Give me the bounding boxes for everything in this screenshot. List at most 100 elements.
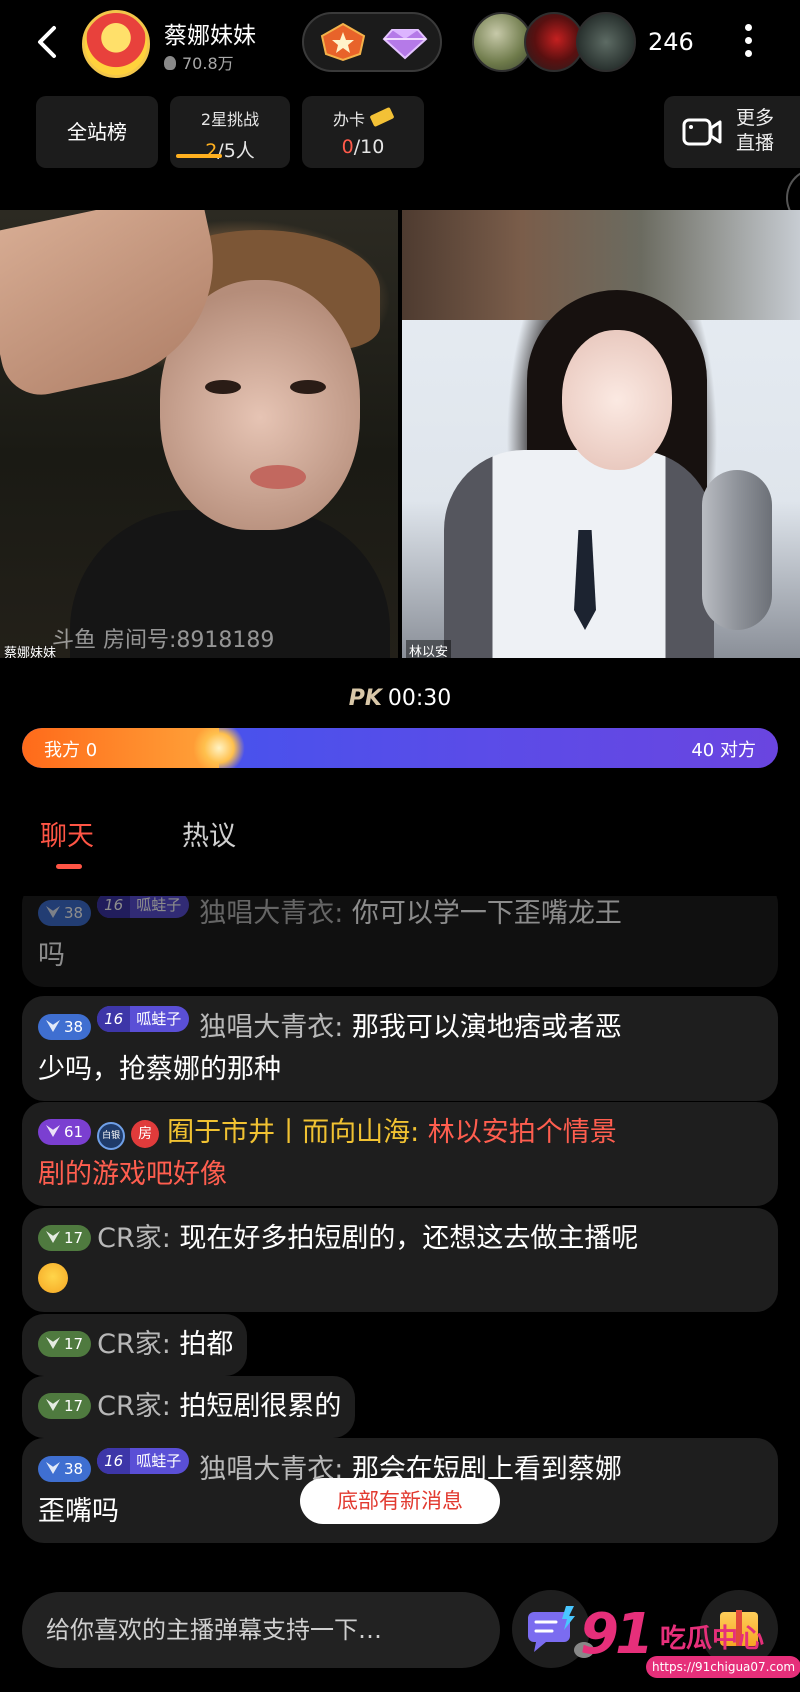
chat-text: 歪嘴吗 <box>38 1496 119 1527</box>
chat-nickname[interactable]: 囿于市井丨而向山海: <box>167 1117 419 1148</box>
user-level-badge: 38 <box>38 1456 92 1482</box>
user-level-badge: 38 <box>38 1014 92 1040</box>
video-figure <box>205 380 241 394</box>
more-live-line1: 更多 <box>736 107 775 129</box>
viewer-count[interactable]: 246 <box>648 28 694 56</box>
chat-message[interactable]: 61 白银房囿于市井丨而向山海: 林以安拍个情景 剧的游戏吧好像 <box>22 1102 778 1206</box>
flame-icon <box>164 56 176 70</box>
video-camera-icon <box>682 118 722 146</box>
pk-our-score: 我方 0 <box>44 740 98 761</box>
card-title-row: 办卡 <box>302 106 424 130</box>
chat-message[interactable]: 17 CR家: 拍都 <box>22 1314 248 1376</box>
chevron-left-icon[interactable] <box>30 22 66 62</box>
chat-text: 林以安拍个情景 <box>427 1117 617 1148</box>
chat-text: 吗 <box>38 940 65 971</box>
pk-divider-spark <box>193 728 245 768</box>
new-messages-button[interactable]: 底部有新消息 <box>300 1478 500 1524</box>
watermark-name: 吃瓜中心 <box>660 1624 765 1654</box>
challenge-progress: 2/5人 <box>170 136 290 163</box>
challenge-total: /5人 <box>217 140 255 162</box>
live-header: 蔡娜妹妹 70.8万 246 <box>0 0 800 90</box>
user-level-badge: 17 <box>38 1393 92 1419</box>
watermark-url: https://91chigua07.com <box>646 1656 800 1678</box>
chat-text: 拍短剧很累的 <box>179 1391 342 1422</box>
fan-club-badge: 16 呱蛙子 <box>97 896 190 918</box>
tab-chat[interactable]: 聊天 <box>40 814 94 853</box>
challenge-title: 2星挑战 <box>200 110 260 129</box>
chat-text: 少吗，抢蔡娜的那种 <box>38 1054 281 1085</box>
challenge-done: 2 <box>205 140 218 162</box>
more-live-line2: 直播 <box>736 132 775 154</box>
viewer-avatar[interactable] <box>576 12 636 72</box>
chat-nickname[interactable]: 独唱大青衣: <box>199 1012 343 1043</box>
fan-name: 呱蛙子 <box>136 896 182 914</box>
chat-message[interactable]: 17 CR家: 现在好多拍短剧的，还想这去做主播呢 <box>22 1208 778 1312</box>
level-star-badge-icon <box>320 22 366 62</box>
diamond-badge-icon <box>382 29 428 60</box>
fan-level: 16 <box>97 896 131 918</box>
host-avatar[interactable] <box>82 10 150 78</box>
chat-message[interactable]: 17 CR家: 拍短剧很累的 <box>22 1376 356 1438</box>
rofl-emoji-icon <box>38 1263 68 1293</box>
host-name[interactable]: 蔡娜妹妹 <box>164 16 256 50</box>
chat-text: 你可以学一下歪嘴龙王 <box>351 898 622 929</box>
card-total: /10 <box>353 136 385 158</box>
silver-rank-badge: 白银 <box>97 1122 126 1150</box>
user-level-badge: 17 <box>38 1225 92 1251</box>
user-level-badge: 61 <box>38 1119 92 1145</box>
fan-name: 呱蛙子 <box>136 1010 182 1028</box>
opponent-anchor-name[interactable]: 林以安 <box>406 640 452 658</box>
chat-text: 现在好多拍短剧的，还想这去做主播呢 <box>179 1223 639 1254</box>
fan-club-badge: 16 呱蛙子 <box>97 1448 190 1474</box>
star-challenge-tab[interactable]: 2星挑战 2/5人 <box>170 96 290 168</box>
fan-level: 16 <box>97 1006 131 1032</box>
video-figure <box>562 330 672 470</box>
watermark-number: 91 <box>580 1602 654 1667</box>
challenge-underline <box>176 154 222 158</box>
room-manager-badge: 房 <box>131 1120 160 1148</box>
fan-level: 16 <box>97 1448 131 1474</box>
video-figure <box>250 465 306 489</box>
site-rank-label: 全站榜 <box>67 120 127 144</box>
chat-nickname[interactable]: CR家: <box>97 1223 171 1254</box>
site-watermark: 91 吃瓜中心 https://91chigua07.com <box>576 1600 800 1692</box>
chat-message[interactable]: 38 16 呱蛙子 独唱大青衣: 你可以学一下歪嘴龙王吗 <box>22 896 778 987</box>
more-live-label: 更多 直播 <box>736 106 774 156</box>
danmaku-input[interactable]: 给你喜欢的主播弹幕支持一下… <box>22 1592 500 1668</box>
chat-list[interactable]: 38 16 呱蛙子 独唱大青衣: 你可以学一下歪嘴龙王吗 38 16 呱蛙子 独唱大青衣: … <box>22 896 778 1546</box>
chat-nickname[interactable]: 独唱大青衣: <box>199 898 343 929</box>
chat-nickname[interactable]: CR家: <box>97 1329 171 1360</box>
fan-club-badge: 16 呱蛙子 <box>97 1006 190 1032</box>
video-figure <box>290 380 326 394</box>
chat-message[interactable]: 38 16 呱蛙子 独唱大青衣: 那我可以演地痞或者恶少吗，抢蔡娜的那种 <box>22 996 778 1101</box>
pk-label: PK <box>348 686 382 711</box>
popularity-value: 70.8万 <box>182 54 234 73</box>
pk-their-score: 40 对方 <box>691 740 756 761</box>
active-tab-indicator <box>56 864 82 869</box>
card-title: 办卡 <box>332 110 365 129</box>
chat-text: 拍都 <box>179 1329 234 1360</box>
card-progress: 0/10 <box>302 136 424 158</box>
host-badges[interactable] <box>302 12 442 72</box>
more-vertical-icon[interactable] <box>736 20 760 64</box>
microphone <box>702 470 772 630</box>
card-done: 0 <box>341 136 354 158</box>
pk-timer: PK 00:30 <box>0 686 800 711</box>
tab-hot-discussion[interactable]: 热议 <box>182 814 236 853</box>
host-video[interactable]: 斗鱼 房间号:8918189 蔡娜妹妹 <box>0 210 398 658</box>
viewer-avatar[interactable] <box>472 12 532 72</box>
host-popularity: 70.8万 <box>164 50 234 74</box>
site-rank-tab[interactable]: 全站榜 <box>36 96 158 168</box>
user-level-badge: 38 <box>38 900 92 926</box>
fan-name: 呱蛙子 <box>136 1452 182 1470</box>
chat-text: 那我可以演地痞或者恶 <box>351 1012 622 1043</box>
more-live-button[interactable]: 更多 直播 <box>664 96 800 168</box>
viewer-avatar[interactable] <box>524 12 584 72</box>
opponent-video[interactable]: 林以安 <box>402 210 800 658</box>
host-anchor-name: 蔡娜妹妹 <box>4 646 57 658</box>
room-id-overlay: 斗鱼 房间号:8918189 <box>52 628 275 653</box>
user-level-badge: 17 <box>38 1331 92 1357</box>
pk-countdown: 00:30 <box>387 686 452 711</box>
chat-nickname[interactable]: CR家: <box>97 1391 171 1422</box>
membership-card-tab[interactable]: 办卡 0/10 <box>302 96 424 168</box>
